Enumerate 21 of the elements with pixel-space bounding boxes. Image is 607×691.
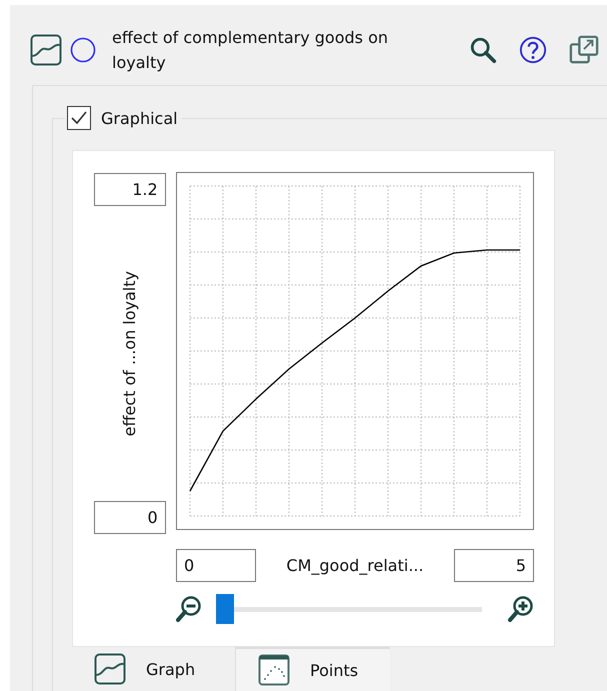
help-icon[interactable]: [519, 36, 547, 64]
scatter-icon: [258, 654, 290, 686]
checkmark-icon: [71, 111, 87, 125]
graph-icon: [30, 34, 62, 66]
graph-icon: [94, 653, 126, 685]
graphical-checkbox[interactable]: [67, 106, 91, 130]
circle-icon: [70, 37, 96, 63]
popout-icon[interactable]: [569, 35, 599, 65]
tab[interactable]: Points: [235, 647, 390, 691]
slider-thumb[interactable]: [216, 594, 234, 624]
x-min-field[interactable]: 0: [176, 549, 256, 582]
y-axis-label: effect of ...on loyalty: [120, 270, 140, 436]
y-max-field[interactable]: 1.2: [94, 173, 166, 206]
zoom-in-icon[interactable]: [508, 595, 534, 623]
checkbox-label: Graphical: [101, 108, 178, 128]
x-max-field[interactable]: 5: [454, 549, 534, 582]
variable-title: effect of complementary goods on loyalty: [112, 27, 390, 74]
y-min-field[interactable]: 0: [94, 501, 166, 534]
search-icon[interactable]: [469, 36, 497, 64]
x-axis-label: CM_good_relati...: [285, 556, 425, 575]
zoom-out-icon[interactable]: [176, 595, 202, 623]
